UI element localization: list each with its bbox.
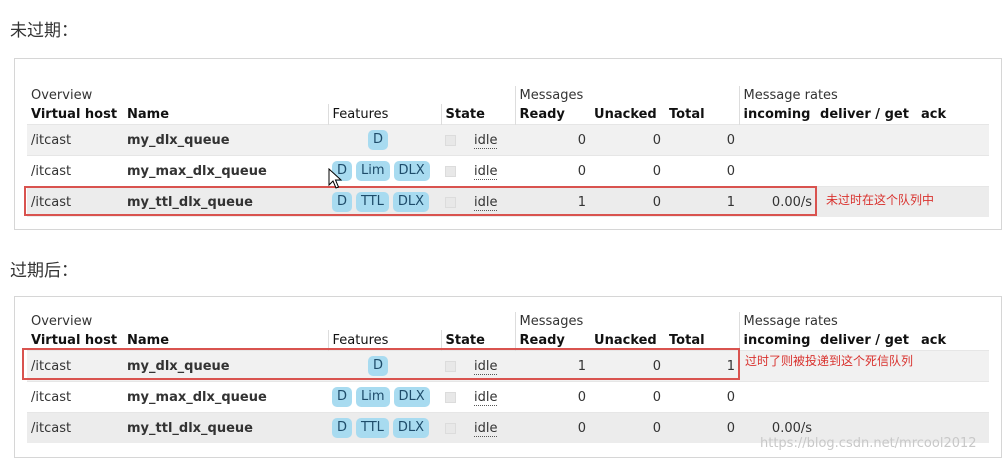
features-cell: D Lim DLX bbox=[328, 155, 441, 187]
col-features[interactable]: Features bbox=[327, 104, 441, 125]
unacked-cell: 0 bbox=[590, 381, 666, 413]
group-overview: Overview bbox=[27, 86, 516, 104]
col-state[interactable]: State bbox=[440, 104, 516, 125]
features-cell: D TTL DLX bbox=[328, 412, 441, 443]
col-ready[interactable]: Ready bbox=[514, 104, 591, 125]
incoming-cell bbox=[739, 155, 817, 187]
feature-badge: D bbox=[332, 418, 353, 438]
state-cell: idle bbox=[441, 124, 516, 156]
state-indicator-icon bbox=[445, 165, 456, 177]
vhost-cell: /itcast bbox=[27, 155, 123, 187]
state-label: idle bbox=[474, 420, 498, 437]
ready-cell: 0 bbox=[515, 381, 591, 413]
state-label: idle bbox=[474, 163, 498, 180]
watermark: https://blog.csdn.net/mrcool2012 bbox=[760, 436, 977, 451]
ack-cell bbox=[917, 124, 990, 156]
group-messages: Messages bbox=[514, 86, 740, 104]
state-cell: idle bbox=[441, 155, 516, 187]
features-cell: D Lim DLX bbox=[328, 381, 441, 413]
deliver-cell bbox=[816, 124, 918, 156]
state-label: idle bbox=[474, 389, 498, 406]
section-heading-after: 过期后： bbox=[10, 261, 78, 281]
total-cell: 0 bbox=[665, 155, 740, 187]
table-row[interactable]: /itcast my_max_dlx_queue D Lim DLX idle 0 … bbox=[27, 381, 990, 413]
table-row[interactable]: /itcast my_dlx_queue D idle 0 0 0 bbox=[27, 124, 990, 156]
vhost-cell: /itcast bbox=[27, 124, 123, 156]
col-ack[interactable]: ack bbox=[917, 104, 990, 125]
unacked-cell: 0 bbox=[590, 155, 666, 187]
incoming-cell bbox=[739, 124, 817, 156]
col-deliver-get[interactable]: deliver / get bbox=[816, 330, 918, 351]
table-group-header: Overview Messages Message rates bbox=[27, 312, 990, 330]
feature-badge: DLX bbox=[393, 387, 430, 407]
incoming-cell bbox=[739, 381, 817, 413]
feature-badge: D bbox=[368, 130, 389, 150]
deliver-cell bbox=[816, 155, 918, 187]
feature-badge: TTL bbox=[356, 418, 389, 438]
total-cell: 0 bbox=[665, 412, 740, 443]
section-heading-before: 未过期： bbox=[10, 21, 78, 41]
ready-cell: 0 bbox=[515, 412, 591, 443]
ready-cell: 0 bbox=[515, 155, 591, 187]
vhost-cell: /itcast bbox=[27, 381, 123, 413]
total-cell: 0 bbox=[665, 124, 740, 156]
col-unacked[interactable]: Unacked bbox=[590, 104, 666, 125]
highlight-box bbox=[22, 348, 740, 380]
total-cell: 0 bbox=[665, 381, 740, 413]
col-ack[interactable]: ack bbox=[917, 330, 990, 351]
feature-badge: Lim bbox=[356, 161, 390, 181]
queue-name-link[interactable]: my_dlx_queue bbox=[123, 124, 328, 156]
col-total[interactable]: Total bbox=[665, 104, 740, 125]
ack-cell bbox=[917, 155, 990, 187]
ack-cell bbox=[917, 381, 990, 413]
state-indicator-icon bbox=[445, 134, 456, 146]
ack-cell bbox=[917, 350, 990, 382]
col-deliver-get[interactable]: deliver / get bbox=[816, 104, 918, 125]
state-label: idle bbox=[474, 132, 498, 149]
table-column-header: Virtual host Name Features State Ready U… bbox=[27, 104, 990, 125]
table-row[interactable]: /itcast my_max_dlx_queue D Lim DLX idle 0 … bbox=[27, 155, 990, 187]
state-cell: idle bbox=[441, 412, 516, 443]
unacked-cell: 0 bbox=[590, 124, 666, 156]
state-indicator-icon bbox=[445, 422, 456, 434]
state-indicator-icon bbox=[445, 391, 456, 403]
feature-badge: DLX bbox=[392, 418, 430, 438]
col-incoming[interactable]: incoming bbox=[738, 104, 817, 125]
table-group-header: Overview Messages Message rates bbox=[27, 86, 990, 104]
group-messages: Messages bbox=[514, 312, 740, 330]
feature-badge: DLX bbox=[393, 161, 430, 181]
highlight-box bbox=[24, 186, 817, 216]
ready-cell: 0 bbox=[515, 124, 591, 156]
deliver-cell bbox=[816, 381, 918, 413]
vhost-cell: /itcast bbox=[27, 412, 123, 443]
state-cell: idle bbox=[441, 381, 516, 413]
group-message-rates: Message rates bbox=[738, 86, 990, 104]
feature-badge: D bbox=[332, 387, 353, 407]
mouse-cursor-icon bbox=[328, 168, 342, 189]
unacked-cell: 0 bbox=[590, 412, 666, 443]
annotation-note: 过时了则被投递到这个死信队列 bbox=[745, 354, 914, 368]
annotation-note: 未过时在这个队列中 bbox=[826, 193, 935, 207]
feature-badge: Lim bbox=[356, 387, 390, 407]
features-cell: D bbox=[328, 124, 441, 156]
col-name[interactable]: Name bbox=[123, 104, 328, 125]
queue-name-link[interactable]: my_ttl_dlx_queue bbox=[123, 412, 328, 443]
queue-name-link[interactable]: my_max_dlx_queue bbox=[123, 155, 328, 187]
group-message-rates: Message rates bbox=[738, 312, 990, 330]
col-incoming[interactable]: incoming bbox=[738, 330, 817, 351]
group-overview: Overview bbox=[27, 312, 516, 330]
queue-name-link[interactable]: my_max_dlx_queue bbox=[123, 381, 328, 413]
col-virtual-host[interactable]: Virtual host bbox=[27, 104, 123, 125]
